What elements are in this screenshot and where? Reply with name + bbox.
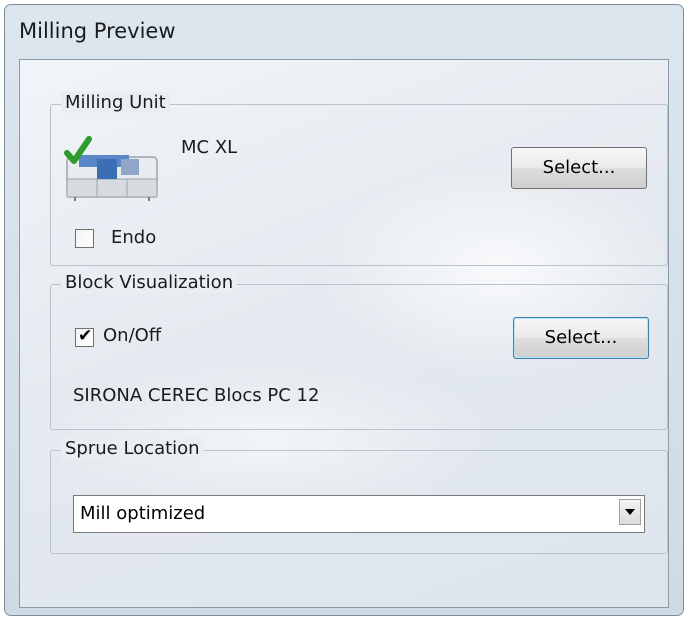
endo-checkbox[interactable] bbox=[75, 229, 94, 248]
endo-label: Endo bbox=[111, 227, 157, 248]
milling-unit-group: Milling Unit MC XL Select... Endo bbox=[50, 92, 668, 266]
sprue-location-group-label: Sprue Location bbox=[61, 438, 204, 459]
sprue-location-selected-value: Mill optimized bbox=[80, 503, 206, 524]
sprue-location-group: Sprue Location Mill optimized bbox=[50, 438, 668, 554]
sprue-location-dropdown[interactable]: Mill optimized bbox=[73, 495, 645, 533]
title-bar[interactable]: Milling Preview bbox=[5, 5, 683, 57]
milling-preview-window: Milling Preview Milling Unit MC XL Selec… bbox=[4, 4, 684, 616]
block-select-button[interactable]: Select... bbox=[513, 317, 649, 359]
visualization-toggle-label: On/Off bbox=[103, 325, 162, 346]
milling-unit-select-button[interactable]: Select... bbox=[511, 147, 647, 189]
block-name: SIRONA CEREC Blocs PC 12 bbox=[73, 385, 320, 406]
milling-unit-group-label: Milling Unit bbox=[61, 92, 170, 113]
dialog-client-area: Milling Unit MC XL Select... Endo Block … bbox=[19, 59, 669, 608]
dropdown-arrow-icon[interactable] bbox=[619, 499, 641, 525]
block-visualization-group-label: Block Visualization bbox=[61, 272, 238, 293]
checkmark-icon: ✔ bbox=[78, 326, 93, 346]
block-visualization-group: Block Visualization ✔ On/Off Select... S… bbox=[50, 272, 668, 430]
visualization-toggle-checkbox[interactable]: ✔ bbox=[75, 326, 94, 347]
milling-unit-name: MC XL bbox=[181, 137, 238, 158]
window-title: Milling Preview bbox=[19, 19, 176, 43]
milling-unit-icon bbox=[64, 136, 158, 201]
